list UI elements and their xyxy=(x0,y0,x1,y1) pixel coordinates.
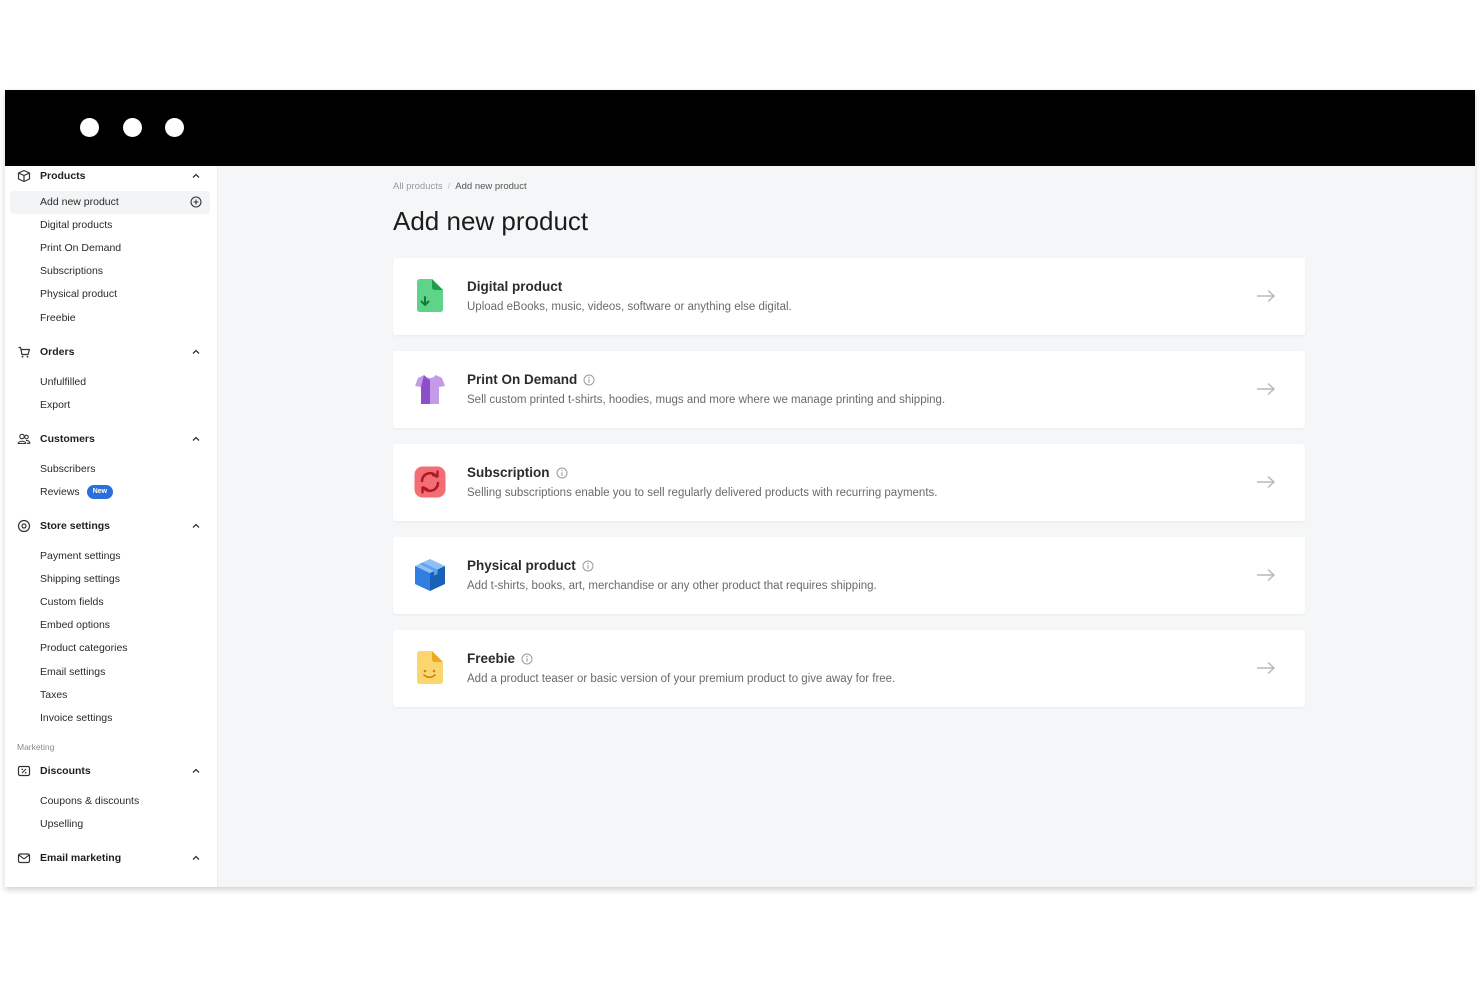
card-description: Add t-shirts, books, art, merchandise or… xyxy=(467,580,877,592)
arrow-right-icon[interactable] xyxy=(1255,567,1277,583)
discount-icon xyxy=(17,765,31,777)
chevron-up-icon[interactable] xyxy=(191,521,201,531)
box-icon xyxy=(415,559,445,591)
sidebar-item-email-settings[interactable]: Email settings xyxy=(40,664,105,680)
sidebar-section-label: Customers xyxy=(40,433,95,445)
sidebar-item-physical-product[interactable]: Physical product xyxy=(40,286,117,302)
window-dot[interactable] xyxy=(123,118,142,137)
arrow-right-icon[interactable] xyxy=(1255,381,1277,397)
card-title: Physical product xyxy=(467,558,594,573)
breadcrumb: All products / Add new product xyxy=(393,181,527,192)
sidebar-section-email-marketing[interactable]: Email marketing xyxy=(5,848,217,870)
sidebar-item-subscriptions[interactable]: Subscriptions xyxy=(40,263,103,279)
sidebar-item-print-on-demand[interactable]: Print On Demand xyxy=(40,240,121,256)
sidebar-item-upselling[interactable]: Upselling xyxy=(40,816,83,832)
window-dot[interactable] xyxy=(80,118,99,137)
users-icon xyxy=(17,433,31,445)
sidebar-item-freebie[interactable]: Freebie xyxy=(40,310,76,326)
info-icon[interactable] xyxy=(521,653,533,665)
chevron-up-icon[interactable] xyxy=(191,434,201,444)
sidebar-item-export[interactable]: Export xyxy=(40,397,70,413)
package-icon xyxy=(17,169,31,183)
sidebar-item-label: Reviews xyxy=(40,486,80,498)
smiley-icon xyxy=(417,651,443,684)
card-title: Digital product xyxy=(467,279,562,294)
app-window: Products Add new product Digital product… xyxy=(5,90,1475,887)
breadcrumb-current: Add new product xyxy=(455,181,527,192)
sidebar-section-products[interactable]: Products xyxy=(5,166,217,188)
window-titlebar xyxy=(5,90,1475,166)
add-circle-icon[interactable] xyxy=(190,196,202,208)
sidebar-item-coupons-discounts[interactable]: Coupons & discounts xyxy=(40,793,139,809)
chevron-up-icon[interactable] xyxy=(191,171,201,181)
sidebar-section-label: Email marketing xyxy=(40,852,122,864)
card-title-text: Freebie xyxy=(467,651,516,666)
product-type-card-print-on-demand[interactable]: Print On Demand Sell custom printed t-sh… xyxy=(393,351,1305,428)
sidebar-item-invoice-settings[interactable]: Invoice settings xyxy=(40,710,112,726)
chevron-up-icon[interactable] xyxy=(191,853,201,863)
card-description: Upload eBooks, music, videos, software o… xyxy=(467,301,792,313)
product-type-card-physical[interactable]: Physical product Add t-shirts, books, ar… xyxy=(393,537,1305,614)
sidebar-section-discounts[interactable]: Discounts xyxy=(5,761,217,783)
card-title-text: Digital product xyxy=(467,279,563,294)
sidebar-section-label: Orders xyxy=(40,346,75,358)
sidebar-section-store-settings[interactable]: Store settings xyxy=(5,516,217,538)
page-title: Add new product xyxy=(393,206,589,236)
sidebar-item-reviews[interactable]: Reviews New xyxy=(40,484,114,500)
sidebar-item-add-new-product[interactable]: Add new product xyxy=(40,194,119,210)
arrow-right-icon[interactable] xyxy=(1255,660,1277,676)
sidebar-section-label: Discounts xyxy=(40,765,91,777)
chevron-up-icon[interactable] xyxy=(191,347,201,357)
info-icon[interactable] xyxy=(583,374,595,386)
breadcrumb-separator: / xyxy=(447,181,451,192)
product-type-card-freebie[interactable]: Freebie Add a product teaser or basic ve… xyxy=(393,630,1305,707)
card-description: Sell custom printed t-shirts, hoodies, m… xyxy=(467,394,946,406)
sidebar-item-embed-options[interactable]: Embed options xyxy=(40,617,110,633)
sidebar-item-shipping-settings[interactable]: Shipping settings xyxy=(40,571,120,587)
new-badge: New xyxy=(86,485,114,500)
arrow-right-icon[interactable] xyxy=(1255,474,1277,490)
card-description: Selling subscriptions enable you to sell… xyxy=(467,487,938,499)
product-type-card-subscription[interactable]: Subscription Selling subscriptions enabl… xyxy=(393,444,1305,521)
chevron-up-icon[interactable] xyxy=(191,766,201,776)
sidebar-item-subscribers[interactable]: Subscribers xyxy=(40,461,95,477)
card-title: Freebie xyxy=(467,651,533,666)
breadcrumb-link-all-products[interactable]: All products xyxy=(393,181,443,192)
card-title-text: Physical product xyxy=(467,558,576,573)
sidebar-item-payment-settings[interactable]: Payment settings xyxy=(40,548,121,564)
refresh-icon xyxy=(414,466,446,498)
info-icon[interactable] xyxy=(556,467,568,479)
info-icon[interactable] xyxy=(582,560,594,572)
product-type-card-digital[interactable]: Digital product Upload eBooks, music, vi… xyxy=(393,258,1305,335)
sidebar-item-unfulfilled[interactable]: Unfulfilled xyxy=(40,374,86,390)
card-title-text: Print On Demand xyxy=(467,372,578,387)
sidebar-group-marketing: Marketing xyxy=(17,742,55,752)
card-title: Subscription xyxy=(467,465,568,480)
card-description: Add a product teaser or basic version of… xyxy=(467,673,896,685)
sidebar-section-orders[interactable]: Orders xyxy=(5,342,217,364)
sidebar-section-label: Store settings xyxy=(40,520,111,532)
sidebar-section-customers[interactable]: Customers xyxy=(5,429,217,451)
sidebar-section-label: Products xyxy=(40,170,86,182)
sidebar-item-product-categories[interactable]: Product categories xyxy=(40,640,128,656)
sidebar: Products Add new product Digital product… xyxy=(5,166,218,887)
arrow-right-icon[interactable] xyxy=(1255,288,1277,304)
digital-file-icon xyxy=(417,279,443,312)
sidebar-item-custom-fields[interactable]: Custom fields xyxy=(40,594,104,610)
mail-icon xyxy=(17,853,31,864)
card-title-text: Subscription xyxy=(467,465,550,480)
sidebar-item-digital-products[interactable]: Digital products xyxy=(40,217,112,233)
window-dot[interactable] xyxy=(165,118,184,137)
main-content: All products / Add new product Add new pro… xyxy=(219,166,1475,887)
tshirt-icon xyxy=(415,375,445,404)
card-title: Print On Demand xyxy=(467,372,595,387)
cart-icon xyxy=(18,346,31,358)
settings-icon xyxy=(17,519,31,533)
sidebar-item-taxes[interactable]: Taxes xyxy=(40,687,67,703)
